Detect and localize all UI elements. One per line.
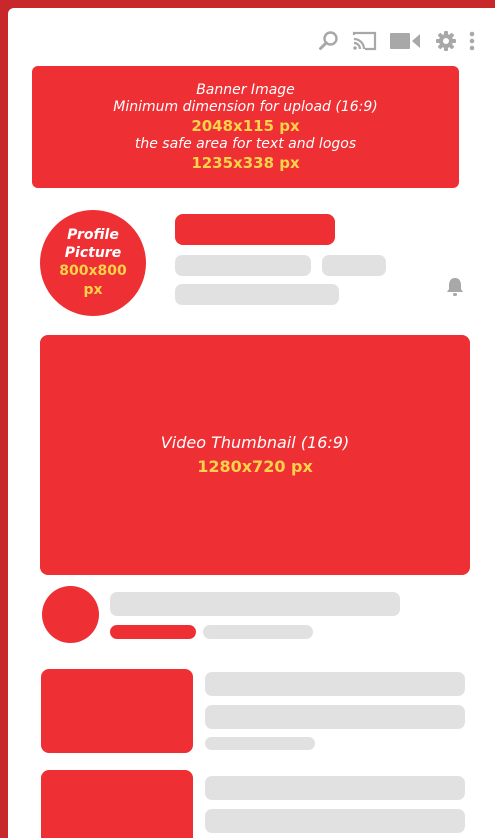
related-video-meta <box>205 737 315 750</box>
bell-icon[interactable] <box>445 276 465 298</box>
channel-meta-placeholder-short <box>322 255 386 276</box>
camera-icon[interactable] <box>390 30 422 52</box>
banner-safe-area-label: the safe area for text and logos <box>134 135 357 152</box>
thumbnail-size: 1280x720 px <box>197 457 313 476</box>
channel-name-placeholder <box>175 214 335 245</box>
profile-label-line1: Profile <box>67 227 119 243</box>
related-video-title-line2 <box>205 809 465 833</box>
more-vert-icon[interactable] <box>467 30 477 52</box>
search-icon[interactable] <box>318 30 340 52</box>
cast-icon[interactable] <box>352 30 378 52</box>
banner-subtitle: Minimum dimension for upload (16:9) <box>113 98 378 115</box>
banner-min-size: 2048x115 px <box>191 116 300 135</box>
channel-preview-frame: Banner Image Minimum dimension for uploa… <box>8 8 495 838</box>
profile-size-line1: 800x800 <box>59 263 127 279</box>
video-channel-name-placeholder <box>110 625 196 639</box>
related-video-title-line2 <box>205 705 465 729</box>
related-video-thumbnail <box>41 770 193 838</box>
gear-icon[interactable] <box>435 30 457 52</box>
video-meta-placeholder <box>203 625 313 639</box>
video-title-placeholder <box>110 592 400 616</box>
channel-description-placeholder <box>175 284 339 305</box>
banner-safe-size: 1235x338 px <box>191 153 300 172</box>
related-video-title-line1 <box>205 776 465 800</box>
thumbnail-label: Video Thumbnail (16:9) <box>160 433 350 452</box>
related-video-thumbnail <box>41 669 193 753</box>
banner-image-placeholder: Banner Image Minimum dimension for uploa… <box>32 66 459 188</box>
channel-meta-placeholder <box>175 255 311 276</box>
banner-title: Banner Image <box>196 81 295 98</box>
video-thumbnail-placeholder: Video Thumbnail (16:9) 1280x720 px <box>40 335 470 575</box>
profile-size-line2: px <box>83 282 103 298</box>
profile-label-line2: Picture <box>64 245 122 261</box>
related-video-title-line1 <box>205 672 465 696</box>
profile-picture-placeholder: Profile Picture 800x800 px <box>40 210 146 316</box>
top-toolbar <box>8 8 495 64</box>
video-channel-avatar-placeholder <box>42 586 99 643</box>
